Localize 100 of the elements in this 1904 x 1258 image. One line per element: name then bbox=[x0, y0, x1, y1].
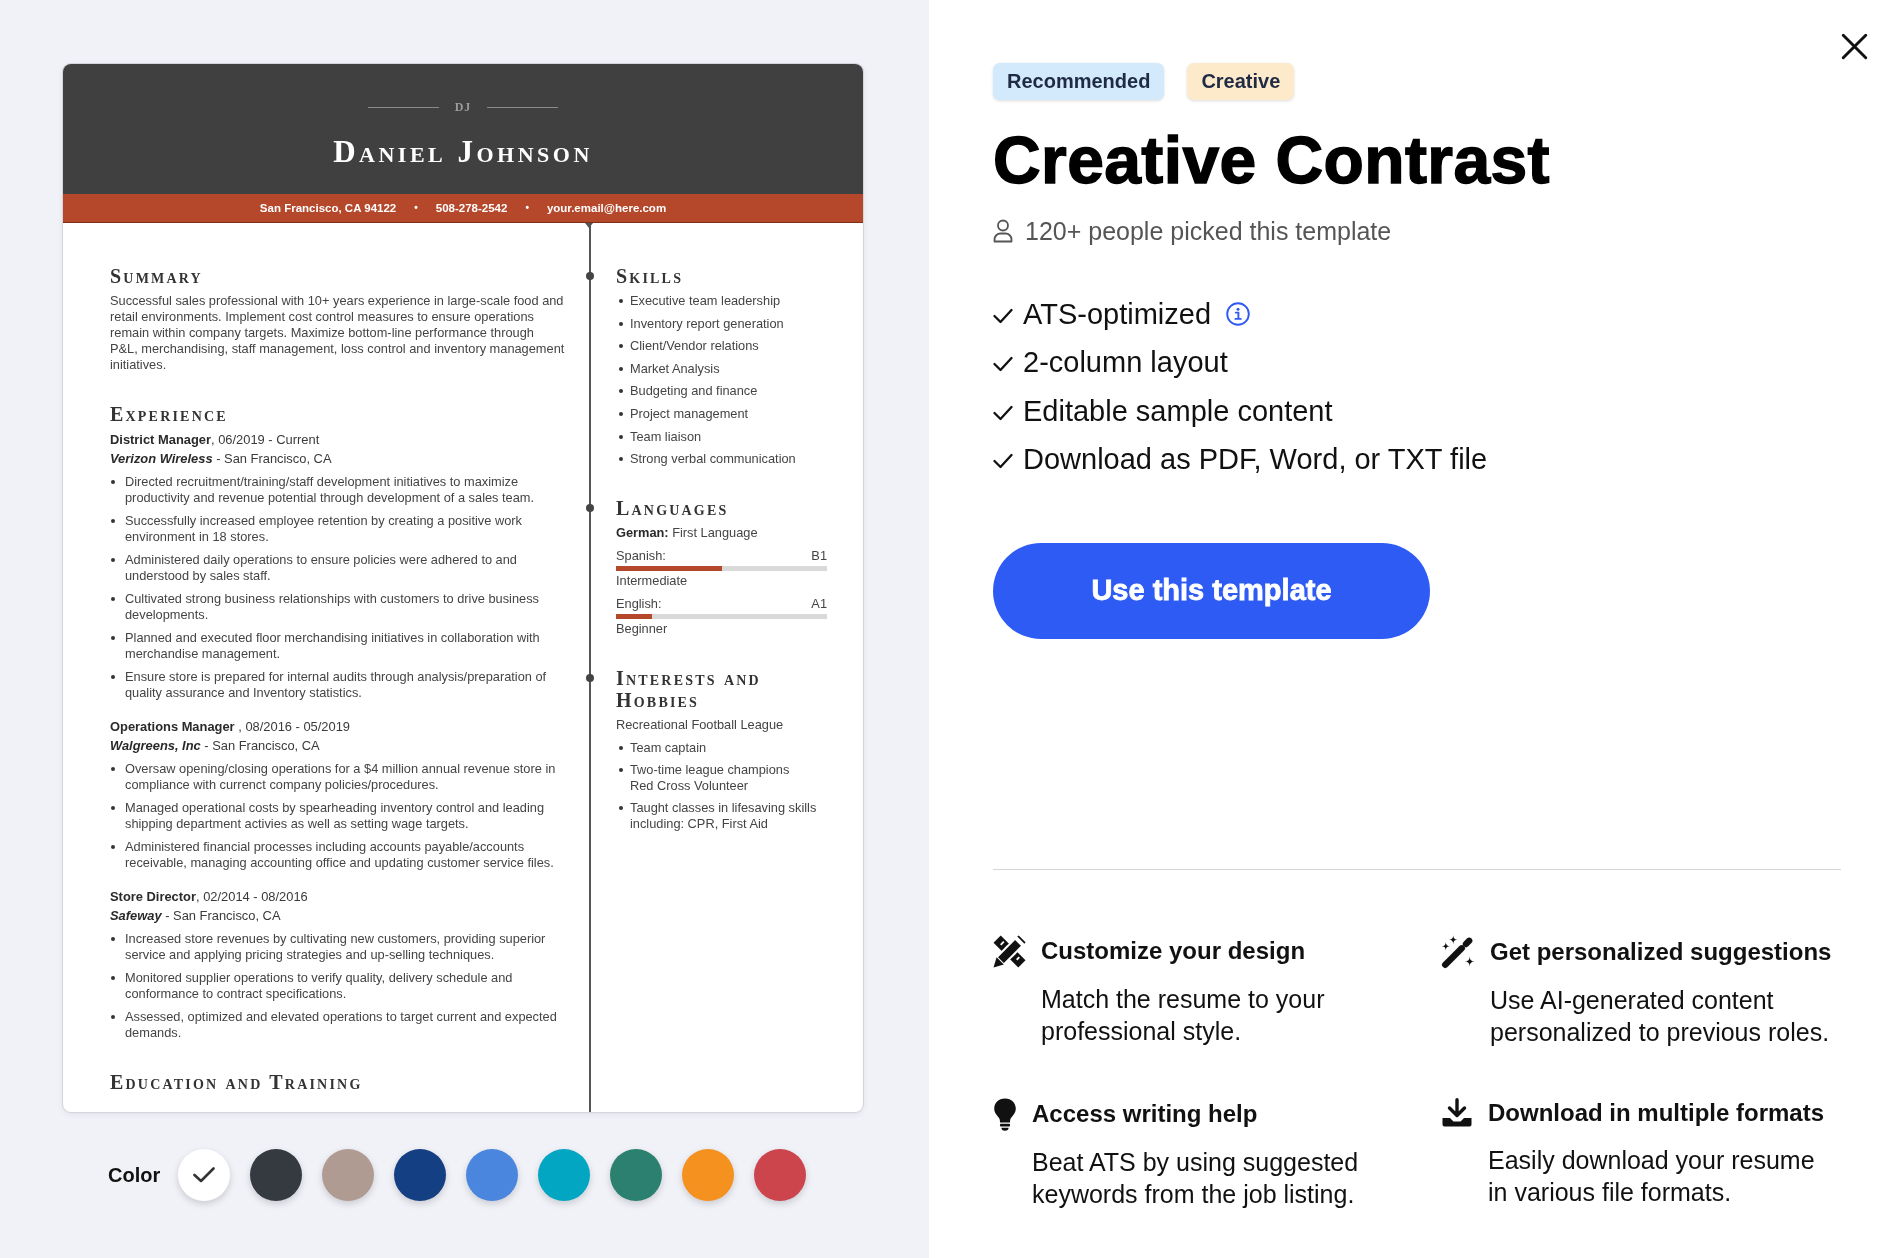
feature-title: Download in multiple formats bbox=[1488, 1097, 1825, 1128]
color-swatch[interactable] bbox=[178, 1149, 231, 1201]
color-swatch[interactable] bbox=[754, 1149, 807, 1201]
color-swatch[interactable] bbox=[682, 1149, 735, 1201]
skill-text: Inventory report generation bbox=[630, 315, 784, 332]
close-icon bbox=[1841, 33, 1868, 60]
language-level-code: B1 bbox=[811, 548, 827, 565]
bullet-icon bbox=[619, 411, 623, 416]
check-icon bbox=[993, 452, 1013, 469]
bullet-text: Managed operational costs by spearheading inventory control and leading shipping department activies as well as setting wage targets. bbox=[125, 800, 546, 832]
bullet-text: Two-time league champions Red Cross Volunteer bbox=[630, 762, 790, 795]
section-heading: Interests and Hobbies bbox=[616, 667, 762, 712]
job-title: District Manager, 06/2019 - Current bbox=[110, 431, 321, 449]
feature-title: Customize your design bbox=[1041, 936, 1307, 967]
bullet-icon bbox=[111, 767, 115, 771]
timeline-dot-icon bbox=[586, 504, 594, 513]
feature-title: Access writing help bbox=[1032, 1098, 1259, 1129]
bullet-icon bbox=[111, 937, 115, 941]
bullet-text: Planned and executed floor merchandising initiatives in collaboration with merchandise management. bbox=[125, 630, 541, 662]
bullet-text: Ensure store is prepared for internal audits through analysis/preparation of quality assurance and Inventory statistics. bbox=[125, 669, 548, 701]
color-label: Color bbox=[108, 1163, 161, 1187]
tag: Creative bbox=[1187, 63, 1295, 100]
bullet-icon bbox=[619, 768, 623, 773]
skill-text: Executive team leadership bbox=[630, 293, 781, 309]
color-swatch[interactable] bbox=[394, 1149, 447, 1201]
bullet-icon bbox=[111, 519, 115, 523]
check-icon bbox=[993, 356, 1013, 373]
bullet-icon bbox=[111, 597, 115, 601]
feature-text: Download as PDF, Word, or TXT file bbox=[1023, 441, 1488, 477]
bullet-text: Cultivated strong business relationships with customers to drive business developments. bbox=[125, 591, 540, 623]
bullet-icon bbox=[619, 389, 623, 394]
feature-description: Match the resume to your professional style. bbox=[1041, 983, 1326, 1047]
separator-dot: • bbox=[414, 201, 418, 215]
tag: Recommended bbox=[993, 63, 1165, 100]
contact-detail: San Francisco, CA 94122 bbox=[259, 201, 397, 215]
skill-text: Project management bbox=[630, 405, 749, 422]
bullet-icon bbox=[619, 457, 623, 462]
feature-title: Get personalized suggestions bbox=[1490, 936, 1833, 967]
language-name: Spanish: bbox=[616, 548, 666, 565]
bullet-icon bbox=[111, 480, 115, 484]
color-swatch[interactable] bbox=[250, 1149, 303, 1201]
check-icon bbox=[193, 1167, 216, 1183]
feature-text: ATS-optimized bbox=[1023, 297, 1212, 332]
skill-text: Team liaison bbox=[630, 428, 702, 445]
bullet-icon bbox=[619, 746, 623, 751]
bullet-icon bbox=[111, 845, 115, 849]
bullet-text: Directed recruitment/training/staff development initiatives to maximize productivity and revenue potential through development of a sales team. bbox=[125, 474, 536, 506]
proficiency-label: Beginner bbox=[616, 621, 669, 638]
contact-detail: your.email@here.com bbox=[546, 201, 667, 215]
section-heading: Languages bbox=[616, 497, 730, 520]
separator-dot: • bbox=[525, 201, 529, 215]
skill-text: Client/Vendor relations bbox=[630, 338, 759, 355]
bullet-text: Monitored supplier operations to verify quality, delivery schedule and conformance to contract specifications. bbox=[125, 970, 514, 1002]
bullet-text: Oversaw opening/closing operations for a $4 million annual revenue store in compliance with currenct company policies/procedures. bbox=[125, 761, 557, 793]
section-heading: Summary bbox=[110, 265, 204, 287]
color-swatch[interactable] bbox=[610, 1149, 663, 1201]
interest-title: Recreational Football League bbox=[616, 717, 785, 734]
magic-wand-icon bbox=[1441, 934, 1475, 969]
contact-detail: 508-278-2542 bbox=[435, 201, 508, 215]
check-icon bbox=[993, 308, 1013, 324]
feature-text: 2-column layout bbox=[1023, 345, 1228, 381]
feature-description: Easily download your resume in various file formats. bbox=[1488, 1144, 1816, 1208]
bullet-icon bbox=[619, 344, 623, 349]
color-swatch[interactable] bbox=[466, 1149, 519, 1201]
person-icon bbox=[993, 219, 1013, 243]
popularity-text: 120+ people picked this template bbox=[1025, 216, 1392, 246]
bullet-icon bbox=[619, 321, 623, 326]
language-name: English: bbox=[616, 596, 662, 613]
bullet-icon bbox=[111, 636, 115, 640]
bullet-icon bbox=[111, 1015, 115, 1019]
info-icon[interactable] bbox=[1226, 302, 1251, 326]
job-title: Store Director, 02/2014 - 08/2016 bbox=[110, 888, 309, 906]
check-icon bbox=[993, 404, 1013, 421]
color-swatch[interactable] bbox=[322, 1149, 375, 1201]
job-title: Operations Manager , 08/2016 - 05/2019 bbox=[110, 718, 352, 736]
company-line: Safeway - San Francisco, CA bbox=[110, 907, 282, 925]
company-line: Walgreens, Inc - San Francisco, CA bbox=[110, 737, 321, 755]
feature-description: Use AI-generated content personalized to previous roles. bbox=[1490, 984, 1831, 1048]
lightbulb-icon bbox=[993, 1096, 1017, 1131]
close-button[interactable] bbox=[1841, 33, 1868, 60]
download-icon bbox=[1441, 1097, 1473, 1128]
timeline-dot-icon bbox=[586, 272, 594, 280]
use-template-button[interactable]: Use this template bbox=[993, 542, 1430, 639]
feature-description: Beat ATS by using suggested keywords from the job listing. bbox=[1032, 1146, 1360, 1210]
bullet-icon bbox=[111, 675, 115, 679]
proficiency-label: Intermediate bbox=[616, 573, 689, 590]
bullet-text: Administered daily operations to ensure policies were adhered to and understood by sales staff. bbox=[125, 552, 518, 584]
color-swatch[interactable] bbox=[538, 1149, 591, 1201]
company-line: Verizon Wireless - San Francisco, CA bbox=[110, 450, 333, 468]
template-title: Creative Contrast bbox=[993, 122, 1551, 199]
bullet-icon bbox=[619, 434, 623, 439]
section-heading: Skills bbox=[616, 265, 685, 287]
bullet-icon bbox=[619, 299, 623, 303]
bullet-text: Increased store revenues by cultivating new customers, providing superior service and applying pricing strategies and up-selling techniques. bbox=[125, 931, 547, 963]
triangle-icon bbox=[585, 223, 593, 228]
resume-initials: DJ bbox=[454, 99, 472, 115]
summary-text: Successful sales professional with 10+ years experience in large-scale food and retail environments. Implement cost control measures to ensure operations remain within company targets. Maximize bottom-line performance through P&L, merchandising, staff management, loss control and inventory management initiatives. bbox=[110, 293, 565, 373]
resume-name: Daniel Johnson bbox=[333, 134, 593, 170]
pencil-ruler-icon bbox=[993, 934, 1026, 968]
bullet-text: Administered financial processes including accounts payable/accounts receivable, managing accounting office and updating customer service files. bbox=[125, 839, 555, 871]
